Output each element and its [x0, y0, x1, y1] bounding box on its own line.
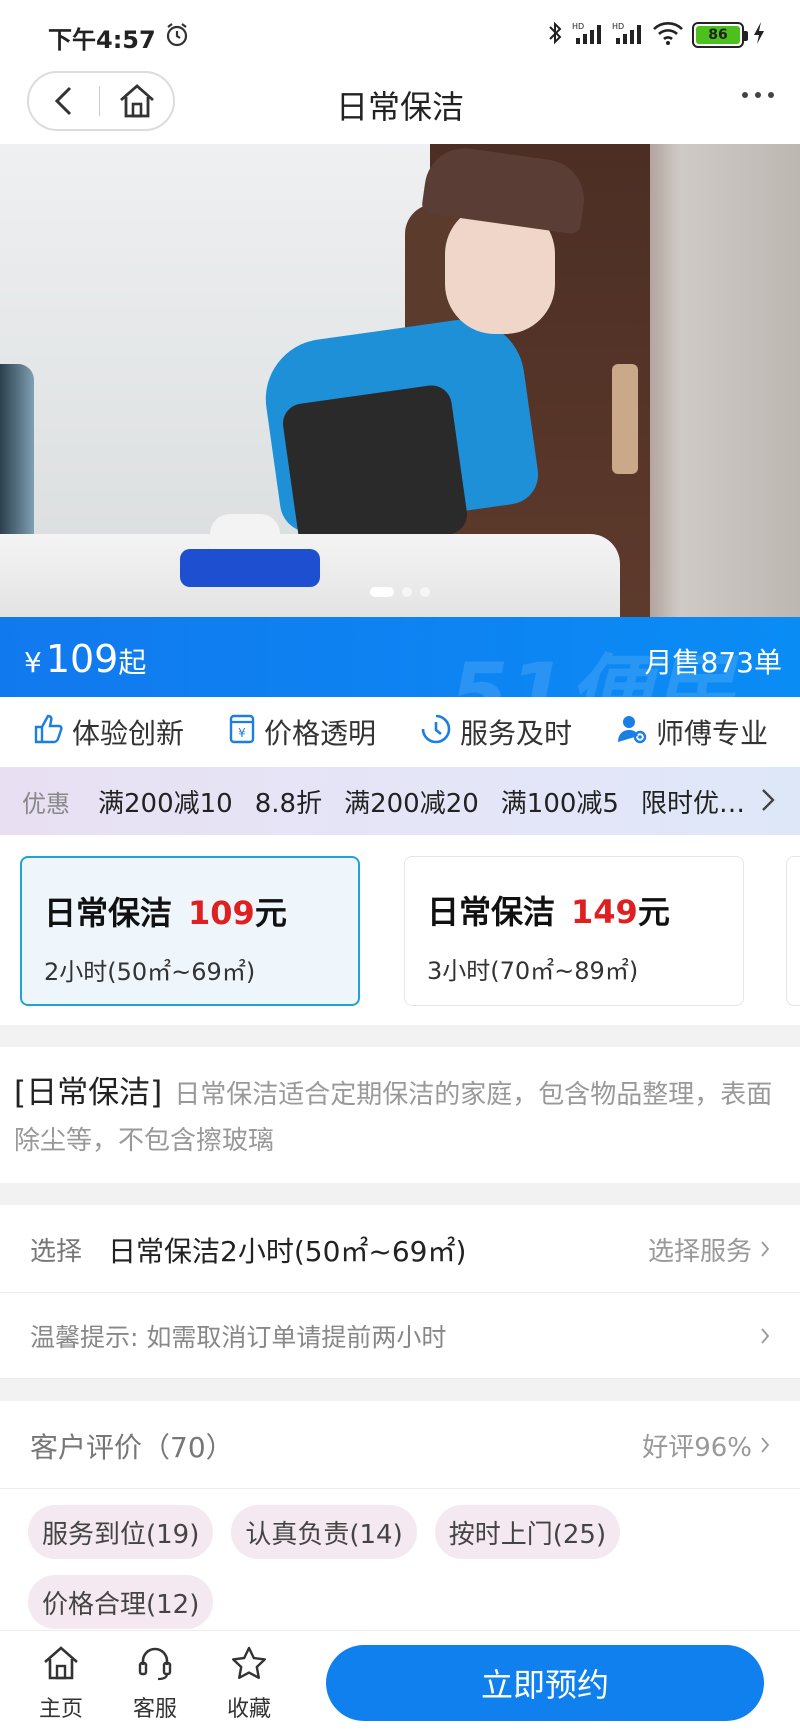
reviews-header[interactable]: 客户评价（70） 好评96%	[0, 1403, 800, 1489]
package-price: 149	[571, 893, 638, 931]
selection-value: 日常保洁2小时(50㎡~69㎡)	[108, 1234, 467, 1268]
carousel-indicator	[0, 587, 800, 597]
svg-text:¥: ¥	[238, 726, 246, 740]
chevron-right-icon	[760, 1235, 770, 1265]
hero-image[interactable]	[0, 144, 800, 617]
section-divider	[0, 1379, 800, 1401]
cancel-tip: 温馨提示: 如需取消订单请提前两小时	[30, 1322, 447, 1352]
feature-item: 体验创新	[32, 712, 184, 752]
home-tab-label: 主页	[38, 1697, 83, 1722]
selection-row[interactable]: 选择 日常保洁2小时(50㎡~69㎡) 选择服务	[0, 1207, 800, 1293]
feature-item: 服务及时	[420, 712, 572, 752]
page-title: 日常保洁	[335, 88, 464, 126]
promo-item: 限时优…	[640, 788, 745, 819]
chevron-right-icon[interactable]	[760, 1327, 770, 1345]
description-tag: [日常保洁]	[14, 1075, 163, 1111]
package-name: 日常保洁	[44, 894, 173, 932]
reviews-title: 客户评价（70）	[30, 1430, 234, 1464]
home-tab[interactable]: 主页	[26, 1645, 96, 1723]
star-icon	[230, 1645, 268, 1687]
select-service-button[interactable]: 选择服务	[648, 1231, 770, 1268]
book-now-button[interactable]: 立即预约	[326, 1645, 764, 1721]
price-band: 51便民 ¥ 109 起 月售873单	[0, 617, 800, 697]
nav-bar: 日常保洁	[0, 68, 800, 144]
favorite-label: 收藏	[226, 1697, 271, 1722]
price-value: 109	[45, 637, 119, 681]
package-card-selected[interactable]: 日常保洁 109元 2小时(50㎡~69㎡)	[20, 856, 360, 1006]
promo-label: 优惠	[22, 789, 70, 818]
feature-list: 体验创新 ¥ 价格透明 服务及时 师傅专业	[0, 697, 800, 767]
package-unit: 元	[254, 894, 287, 932]
review-tag[interactable]: 按时上门(25)	[434, 1505, 621, 1559]
svg-text:HD: HD	[612, 22, 624, 31]
monthly-sales: 月售873单	[644, 646, 782, 679]
status-bar: 下午4:57 HD HD 86	[0, 0, 800, 68]
favorite-tab[interactable]: 收藏	[214, 1645, 284, 1723]
feature-item: 师傅专业	[616, 712, 768, 752]
section-divider	[0, 1025, 800, 1047]
hd-signal-icon: HD	[572, 20, 604, 50]
headset-icon	[136, 1645, 174, 1687]
promo-item: 8.8折	[254, 788, 323, 819]
tip-row[interactable]: 温馨提示: 如需取消订单请提前两小时	[0, 1293, 800, 1379]
feature-label: 服务及时	[459, 717, 572, 750]
selection-label: 选择	[30, 1237, 83, 1267]
chevron-right-icon[interactable]	[760, 787, 776, 817]
price-tag-icon: ¥	[228, 713, 256, 752]
section-divider	[0, 1183, 800, 1205]
package-title: 日常保洁 109元	[44, 888, 336, 934]
alarm-icon	[164, 22, 190, 52]
bluetooth-icon	[546, 20, 564, 50]
home-icon	[42, 1645, 80, 1687]
worker-icon	[616, 713, 648, 752]
service-description: [日常保洁] 日常保洁适合定期保洁的家庭，包含物品整理，表面除尘等，不包含擦玻璃	[14, 1070, 794, 1164]
price-display: ¥ 109 起	[24, 637, 146, 681]
battery-level: 86	[696, 26, 740, 44]
package-detail: 2小时(50㎡~69㎡)	[44, 958, 256, 986]
price-suffix: 起	[118, 646, 147, 679]
customer-service-label: 客服	[132, 1697, 177, 1722]
package-unit: 元	[637, 893, 670, 931]
review-tag[interactable]: 认真负责(14)	[231, 1505, 417, 1559]
clock-icon	[420, 713, 452, 752]
positive-rate-label: 好评96%	[642, 1433, 752, 1463]
status-time: 下午4:57	[48, 26, 156, 54]
bottom-action-bar: 主页 客服 收藏 立即预约	[0, 1630, 800, 1734]
charging-icon	[752, 21, 766, 49]
feature-label: 价格透明	[263, 717, 376, 750]
carousel-dot-active	[370, 587, 394, 597]
package-selector: 日常保洁 109元 2小时(50㎡~69㎡) 日常保洁 149元 3小时(70㎡~8…	[0, 835, 800, 1025]
svg-text:HD: HD	[572, 22, 584, 31]
package-name: 日常保洁	[427, 893, 556, 931]
feature-label: 师傅专业	[655, 717, 768, 750]
review-tag[interactable]: 服务到位(19)	[28, 1505, 214, 1559]
customer-service-tab[interactable]: 客服	[120, 1645, 190, 1723]
review-tag[interactable]: 价格合理(12)	[28, 1575, 214, 1629]
package-card-partial[interactable]	[786, 856, 800, 1006]
carousel-dot	[420, 587, 430, 597]
battery-icon: 86	[692, 22, 748, 48]
package-detail: 3小时(70㎡~89㎡)	[427, 957, 639, 985]
hd-signal-icon: HD	[612, 20, 644, 50]
more-icon[interactable]	[742, 92, 774, 98]
currency-symbol: ¥	[24, 646, 42, 679]
promo-strip[interactable]: 优惠 满200减10 8.8折 满200减20 满100减5 限时优…	[0, 767, 800, 835]
promo-item: 满200减10	[98, 788, 233, 819]
feature-label: 体验创新	[71, 717, 184, 750]
chevron-right-icon	[760, 1431, 770, 1461]
wifi-icon	[652, 20, 684, 50]
package-price: 109	[188, 894, 255, 932]
feature-item: ¥ 价格透明	[228, 712, 376, 752]
package-title: 日常保洁 149元	[427, 887, 721, 933]
review-tags: 服务到位(19) 认真负责(14) 按时上门(25) 价格合理(12)	[28, 1505, 788, 1629]
select-service-label: 选择服务	[647, 1237, 752, 1267]
carousel-dot	[402, 587, 412, 597]
promo-item: 满100减5	[500, 788, 619, 819]
thumbs-up-icon	[32, 713, 64, 752]
package-card[interactable]: 日常保洁 149元 3小时(70㎡~89㎡)	[404, 856, 744, 1006]
positive-rate[interactable]: 好评96%	[642, 1427, 770, 1464]
promo-item: 满200减20	[344, 788, 479, 819]
